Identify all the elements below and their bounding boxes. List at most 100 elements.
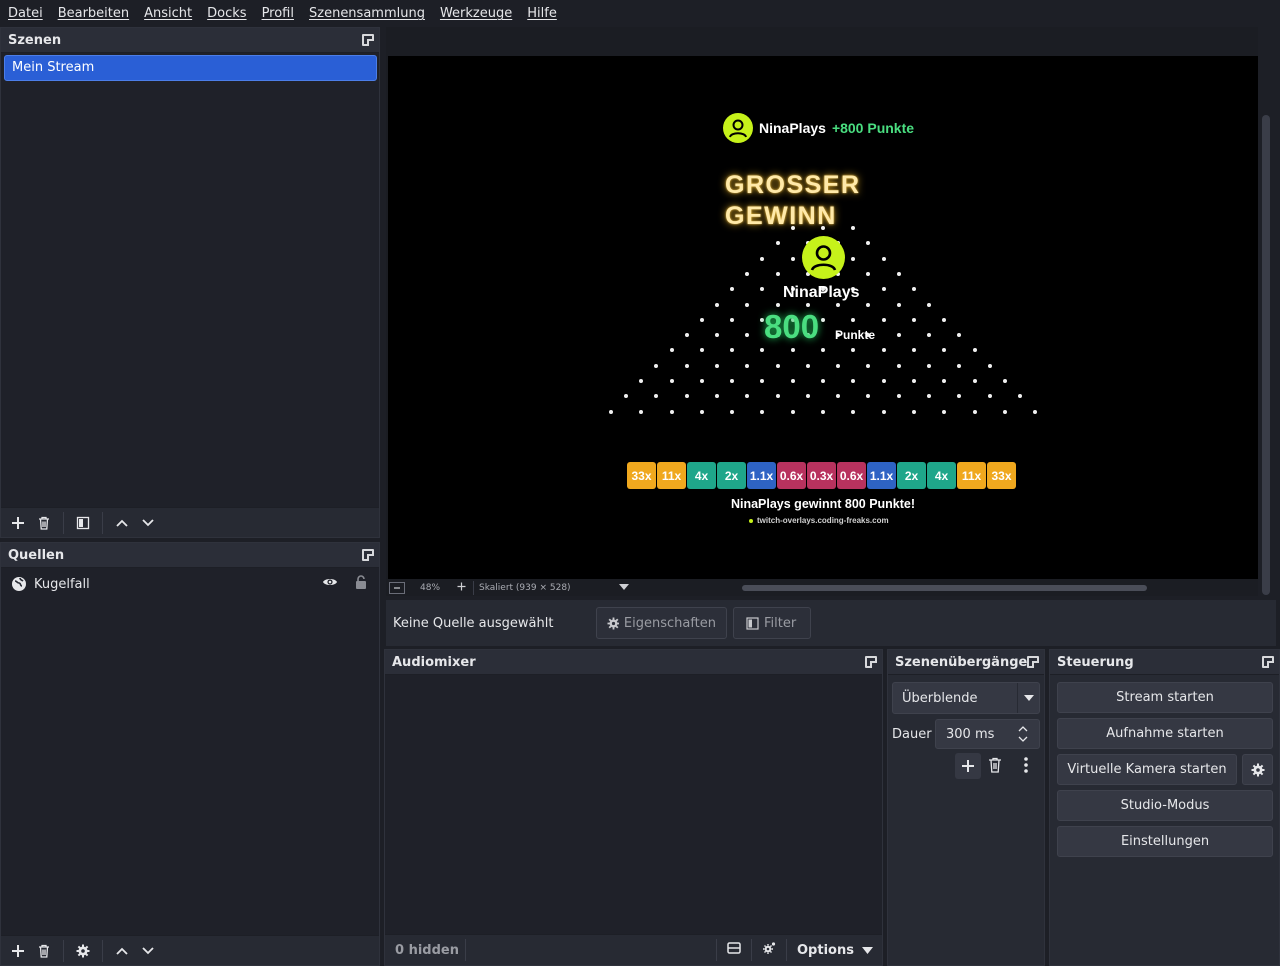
settings-button[interactable]: Einstellungen bbox=[1057, 826, 1273, 857]
user-avatar-icon bbox=[723, 113, 753, 143]
menu-profil[interactable]: Profil bbox=[262, 6, 294, 21]
scale-mode-select[interactable]: Skaliert (939 × 528) bbox=[479, 583, 619, 593]
chevron-down-icon bbox=[142, 518, 154, 526]
plinko-peg bbox=[639, 409, 644, 414]
virtual-camera-settings-button[interactable] bbox=[1242, 754, 1273, 785]
multiplier-slot: 1.1x bbox=[867, 462, 896, 489]
plinko-peg bbox=[987, 363, 992, 368]
trash-icon bbox=[989, 757, 1001, 773]
remove-scene-button[interactable] bbox=[33, 512, 55, 534]
audiomixer-header: Audiomixer bbox=[385, 650, 882, 675]
plinko-peg bbox=[760, 256, 765, 261]
start-virtual-camera-button[interactable]: Virtuelle Kamera starten bbox=[1057, 754, 1237, 785]
scene-filters-button[interactable] bbox=[72, 512, 94, 534]
move-source-up-button[interactable] bbox=[111, 940, 133, 962]
plinko-peg bbox=[790, 409, 795, 414]
filters-button[interactable]: Filter bbox=[733, 607, 811, 639]
plinko-peg bbox=[896, 271, 901, 276]
toolbar-separator bbox=[716, 939, 717, 961]
trash-icon bbox=[39, 944, 49, 958]
move-scene-up-button[interactable] bbox=[111, 512, 133, 534]
move-source-down-button[interactable] bbox=[137, 940, 159, 962]
result-wrap: NinaPlays gewinnt 800 Punkte! bbox=[388, 496, 1258, 511]
plinko-peg bbox=[821, 409, 825, 414]
preview-horizontal-scrollbar[interactable] bbox=[742, 585, 1147, 591]
plinko-peg bbox=[639, 379, 644, 383]
controls-title: Steuerung bbox=[1057, 654, 1134, 670]
add-source-button[interactable] bbox=[7, 940, 29, 962]
scene-item-mein-stream[interactable]: Mein Stream bbox=[4, 55, 377, 81]
zoom-in-button[interactable] bbox=[457, 582, 466, 594]
source-properties-button[interactable] bbox=[72, 940, 94, 962]
menu-werkzeuge[interactable]: Werkzeuge bbox=[440, 6, 512, 21]
duration-spinbox[interactable]: 300 ms bbox=[935, 719, 1040, 749]
source-item-kugelfall[interactable]: Kugelfall bbox=[1, 573, 377, 595]
toolbar-separator bbox=[102, 939, 103, 962]
multiplier-slot: 33x bbox=[987, 462, 1016, 489]
undock-icon[interactable] bbox=[865, 656, 877, 668]
remove-transition-button[interactable] bbox=[988, 757, 1002, 777]
start-stream-button[interactable]: Stream starten bbox=[1057, 682, 1273, 713]
advanced-audio-button[interactable] bbox=[762, 941, 776, 959]
multiplier-slot: 33x bbox=[627, 462, 656, 489]
plinko-peg bbox=[881, 379, 886, 383]
footer-url-wrap: twitch-overlays.coding-freaks.com bbox=[749, 516, 889, 525]
hidden-count: 0 hidden bbox=[395, 942, 459, 958]
menu-docks[interactable]: Docks bbox=[207, 6, 246, 21]
undock-icon[interactable] bbox=[1262, 656, 1274, 668]
center-user: NinaPlays bbox=[783, 284, 860, 301]
plinko-peg bbox=[927, 394, 932, 399]
gear-icon bbox=[607, 617, 619, 629]
plinko-peg bbox=[654, 363, 659, 368]
plinko-peg bbox=[775, 394, 780, 399]
filter-icon bbox=[76, 516, 90, 529]
duration-stepper[interactable] bbox=[1018, 726, 1028, 742]
transition-menu-button[interactable] bbox=[1024, 757, 1028, 777]
menu-hilfe[interactable]: Hilfe bbox=[527, 6, 557, 21]
trash-icon bbox=[39, 516, 49, 530]
toast-user: NinaPlays bbox=[759, 120, 826, 136]
plinko-peg bbox=[866, 363, 871, 368]
properties-button[interactable]: Eigenschaften bbox=[596, 607, 727, 639]
plinko-peg bbox=[851, 256, 856, 261]
layout-toggle-button[interactable] bbox=[727, 942, 741, 958]
scale-dropdown-arrow[interactable] bbox=[619, 583, 630, 593]
plinko-peg bbox=[911, 379, 916, 383]
toolbar-separator bbox=[102, 511, 103, 534]
lock-toggle[interactable] bbox=[355, 575, 367, 593]
undock-icon[interactable] bbox=[1027, 656, 1039, 668]
plinko-peg bbox=[942, 348, 947, 353]
multiplier-slot: 0.6x bbox=[777, 462, 806, 489]
start-recording-button[interactable]: Aufnahme starten bbox=[1057, 718, 1273, 749]
move-scene-down-button[interactable] bbox=[137, 512, 159, 534]
toolbar-separator bbox=[751, 939, 752, 961]
chevron-down-icon bbox=[1024, 695, 1034, 701]
plinko-peg bbox=[1002, 379, 1007, 383]
plinko-peg bbox=[851, 409, 856, 414]
plinko-peg bbox=[896, 363, 901, 368]
plinko-peg bbox=[896, 333, 901, 338]
add-transition-button[interactable] bbox=[955, 753, 981, 779]
undock-icon[interactable] bbox=[362, 549, 374, 561]
menu-szenensammlung[interactable]: Szenensammlung bbox=[309, 6, 425, 21]
menu-datei[interactable]: Datei bbox=[8, 6, 43, 21]
menu-ansicht[interactable]: Ansicht bbox=[144, 6, 192, 21]
big-win-line1: GROSSER bbox=[725, 171, 861, 199]
plinko-peg bbox=[1002, 409, 1007, 414]
remove-source-button[interactable] bbox=[33, 940, 55, 962]
zoom-out-button[interactable] bbox=[389, 582, 405, 594]
visibility-toggle[interactable] bbox=[322, 576, 338, 592]
studio-mode-button[interactable]: Studio-Modus bbox=[1057, 790, 1273, 821]
transition-select[interactable]: Überblende bbox=[892, 682, 1040, 714]
menu-bearbeiten[interactable]: Bearbeiten bbox=[58, 6, 129, 21]
plinko-peg bbox=[684, 363, 689, 368]
undock-icon[interactable] bbox=[362, 34, 374, 46]
plinko-peg bbox=[987, 394, 992, 399]
options-dropdown[interactable]: Options bbox=[797, 943, 873, 958]
plus-icon bbox=[12, 516, 24, 529]
plinko-peg bbox=[745, 271, 750, 276]
plinko-peg bbox=[881, 409, 886, 414]
preview-vertical-scrollbar[interactable] bbox=[1262, 115, 1270, 595]
add-scene-button[interactable] bbox=[7, 512, 29, 534]
preview-canvas[interactable]: NinaPlays +800 Punkte GROSSER GEWINN Nin… bbox=[388, 56, 1258, 579]
